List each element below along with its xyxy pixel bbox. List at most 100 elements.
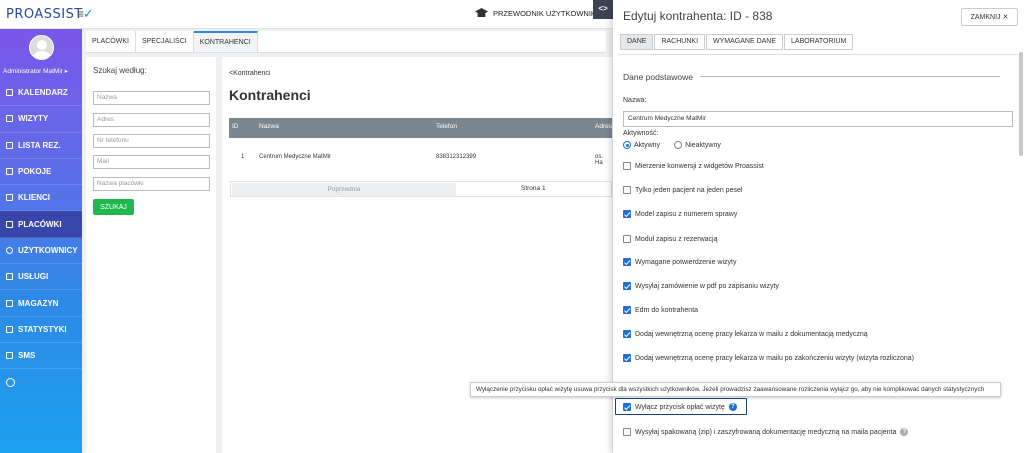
door-icon	[6, 168, 13, 176]
page-title: Kontrahenci	[229, 87, 311, 103]
option-label: Mierzenie konwersji z widgetów Proassist	[635, 162, 764, 170]
users-icon	[6, 194, 13, 202]
option-one-patient[interactable]: Tylko jeden pacjent na jeden pesel	[623, 186, 742, 194]
option-label: Wysyłaj spakowaną (zip) i zaszyfrowaną d…	[635, 428, 897, 436]
name-label: Nazwa:	[623, 97, 647, 104]
tab-rachunki[interactable]: RACHUNKI	[654, 34, 706, 50]
option-pdf-order[interactable]: Wysyłaj zamówienie w pdf po zapisaniu wi…	[623, 282, 779, 290]
address-field[interactable]: Adres	[93, 113, 210, 127]
radio-inactive[interactable]: Nieaktywny	[674, 141, 721, 149]
option-rating-visit[interactable]: Dodaj wewnętrzną ocenę pracy lekarza w m…	[623, 354, 914, 362]
avatar[interactable]	[29, 35, 54, 60]
tab-wymagane-dane[interactable]: WYMAGANE DANE	[706, 34, 784, 50]
current-page: Strona 1	[521, 185, 546, 192]
option-reservation[interactable]: Moduł zapisu z rezerwacją	[623, 235, 717, 243]
menu-icon[interactable]: ≡	[77, 7, 84, 21]
panel-scrollbar[interactable]	[1019, 52, 1023, 156]
checkbox[interactable]	[623, 354, 631, 362]
checkbox[interactable]	[623, 210, 631, 218]
sidebar-item-label: STATYSTYKI	[18, 324, 67, 334]
check-logo-icon: ✓	[82, 7, 95, 22]
sidebar-item-statystyki[interactable]: STATYSTYKI	[0, 317, 82, 343]
panel-toggle-button[interactable]: <>	[593, 0, 613, 19]
close-button[interactable]: ZAMKNIJ ✕	[961, 8, 1018, 26]
mail-field[interactable]: Mail	[93, 155, 210, 169]
column-header-name[interactable]: Nazwa	[259, 123, 279, 130]
name-field[interactable]: Nazwa	[93, 91, 210, 105]
section-title: Dane podstawowe	[623, 72, 693, 82]
checkbox[interactable]	[623, 428, 631, 436]
radio-active-indicator[interactable]	[623, 141, 631, 149]
sidebar-item-kalendarz[interactable]: KALENDARZ	[0, 80, 82, 107]
sidebar-item-pokoje[interactable]: POKOJE	[0, 159, 82, 186]
search-button[interactable]: SZUKAJ	[93, 199, 134, 215]
building-icon	[6, 220, 13, 228]
option-conversion[interactable]: Mierzenie konwersji z widgetów Proassist	[623, 162, 764, 170]
sidebar-item-wizyty[interactable]: WIZYTY	[0, 106, 82, 133]
phone-field[interactable]: Nr telefonu	[93, 134, 210, 148]
checkbox[interactable]	[623, 258, 631, 266]
sidebar-item-extra[interactable]	[0, 369, 82, 395]
checkbox[interactable]	[623, 235, 631, 243]
sidebar-item-placowki[interactable]: PLACÓWKI	[0, 211, 82, 238]
logo-text: PROASSIST	[6, 7, 83, 22]
option-label: Tylko jeden pacjent na jeden pesel	[635, 186, 743, 194]
sidebar-nav: KALENDARZ WIZYTY LISTA REZ. POKOJE KLIEN…	[0, 80, 82, 396]
column-header-phone[interactable]: Telefon	[436, 123, 457, 130]
option-label: Edm do kontrahenta	[635, 306, 699, 314]
sidebar-item-label: MAGAZYN	[18, 298, 59, 308]
option-zip-docs[interactable]: Wysyłaj spakowaną (zip) i zaszyfrowaną d…	[623, 428, 909, 436]
box-icon	[6, 299, 13, 307]
guide-label: PRZEWODNIK UŻYTKOWNIK	[493, 8, 596, 18]
checkbox[interactable]	[623, 306, 631, 314]
checkbox[interactable]	[623, 330, 631, 338]
sidebar-item-klienci[interactable]: KLIENCI	[0, 185, 82, 212]
list-icon	[6, 141, 13, 149]
help-icon[interactable]: ?	[900, 428, 909, 436]
panel-tabs: DANE RACHUNKI WYMAGANE DANE LABORATORIUM	[620, 34, 854, 50]
sidebar-item-lista-rez[interactable]: LISTA REZ.	[0, 133, 82, 159]
option-label: Dodaj wewnętrzną ocenę pracy lekarza w m…	[635, 354, 914, 362]
column-header-address[interactable]: Adres	[595, 123, 612, 130]
option-case-number[interactable]: Model zapisu z numerem sprawy	[623, 210, 737, 218]
graduation-cap-icon	[475, 8, 488, 17]
checkbox[interactable]	[623, 162, 631, 170]
radio-inactive-label: Nieaktywny	[685, 141, 721, 149]
pagination: Poprzednia Strona 1	[230, 181, 612, 197]
user-guide-link[interactable]: PRZEWODNIK UŻYTKOWNIK	[475, 8, 596, 18]
option-label: Dodaj wewnętrzną ocenę pracy lekarza w m…	[635, 330, 868, 338]
search-panel: Szukaj według: Nazwa Adres Nr telefonu M…	[86, 57, 216, 453]
section-divider	[700, 76, 1000, 77]
option-confirmation[interactable]: Wymagane potwierdzenie wizyty	[623, 258, 736, 266]
tab-specjalisci[interactable]: SPECJALIŚCI	[136, 31, 194, 52]
previous-page-button[interactable]: Poprzednia	[232, 183, 456, 196]
column-header-id[interactable]: ID	[232, 123, 239, 130]
tab-laboratorium[interactable]: LABORATORIUM	[784, 34, 854, 50]
user-circle-icon	[6, 246, 13, 254]
facility-name-field[interactable]: Nazwa placówki	[93, 177, 210, 191]
table-row[interactable]: 1 Centrum Medyczne MatMir 838312312399 o…	[229, 148, 612, 168]
sidebar-item-sms[interactable]: SMS	[0, 343, 82, 370]
calendar-check-icon	[6, 115, 13, 123]
panel-title: Edytuj kontrahenta: ID - 838	[623, 9, 773, 23]
sidebar-item-magazyn[interactable]: MAGAZYN	[0, 290, 82, 317]
calendar-icon	[6, 89, 13, 97]
radio-active[interactable]: Aktywny	[623, 141, 660, 149]
option-edm[interactable]: Edm do kontrahenta	[623, 306, 698, 314]
sidebar-item-uzytkownicy[interactable]: UŻYTKOWNICY	[0, 238, 82, 265]
tab-dane[interactable]: DANE	[620, 34, 654, 50]
checkbox[interactable]	[623, 282, 631, 290]
radio-inactive-indicator[interactable]	[674, 141, 683, 149]
sidebar-item-label: KLIENCI	[18, 193, 50, 203]
checkbox[interactable]	[623, 186, 631, 194]
sidebar-item-label: WIZYTY	[18, 114, 49, 124]
tab-kontrahenci[interactable]: KONTRAHENCI	[193, 31, 258, 52]
sidebar-item-uslugi[interactable]: USŁUGI	[0, 264, 82, 291]
option-rating-docs[interactable]: Dodaj wewnętrzną ocenę pracy lekarza w m…	[623, 330, 868, 338]
breadcrumb[interactable]: <Kontrahenci	[229, 70, 270, 77]
tab-placowki[interactable]: PLACÓWKI	[86, 31, 136, 52]
sidebar-item-label: LISTA REZ.	[18, 140, 61, 150]
focus-highlight	[615, 398, 747, 415]
user-name[interactable]: Administrator MatMir ▸	[3, 67, 68, 75]
contractor-name-input[interactable]: Centrum Medyczne MatMir	[623, 111, 1013, 127]
